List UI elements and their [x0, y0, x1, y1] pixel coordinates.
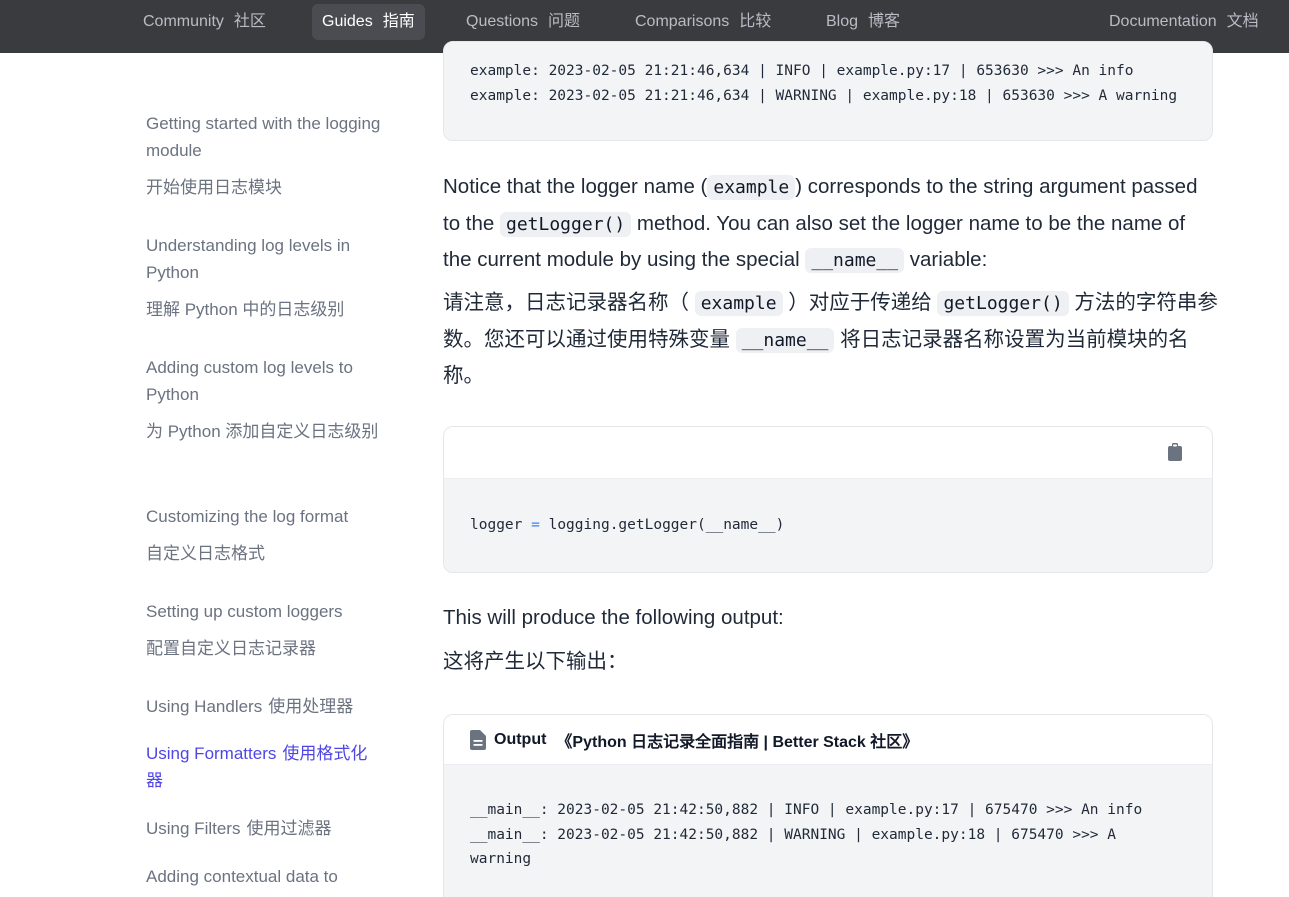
- nav-label: Comparisons: [635, 13, 730, 30]
- nav-blog[interactable]: Blog 博客: [816, 4, 910, 40]
- toc-label: Understanding log levels in Python: [146, 236, 351, 282]
- inline-code: __name__: [805, 248, 905, 273]
- toc-label: Using Filters: [146, 819, 241, 838]
- toc-item-custom-levels[interactable]: Adding custom log levels to Python 为 Pyt…: [146, 354, 381, 445]
- code-block-header: [444, 427, 1212, 479]
- output-label: Output: [494, 730, 547, 748]
- nav-community[interactable]: Community 社区: [133, 4, 276, 40]
- toc-label-zh: 配置自定义日志记录器: [146, 639, 316, 658]
- code-content: logger = logging.getLogger(__name__): [444, 479, 1212, 538]
- code-token: logger: [470, 517, 523, 533]
- nav-label-zh: 博客: [868, 13, 901, 30]
- toc-label: Getting started with the logging module: [146, 114, 381, 160]
- nav-label: Community: [143, 13, 224, 30]
- toc-label-zh: 理解 Python 中的日志级别: [146, 300, 345, 319]
- output-line: warning: [470, 851, 532, 867]
- paragraph-output-intro: This will produce the following output:: [443, 606, 784, 629]
- toc-label: Using Formatters: [146, 744, 277, 763]
- nav-label: Documentation: [1109, 13, 1217, 30]
- nav-label: Guides: [322, 13, 373, 30]
- inline-code: example: [707, 175, 796, 200]
- code-token: logging.getLogger(__name__): [548, 517, 785, 533]
- toc-label-zh: 使用处理器: [268, 697, 354, 716]
- inline-code: example: [694, 291, 783, 316]
- paragraph-output-intro-zh: 这将产生以下输出：: [443, 650, 628, 673]
- code-operator: =: [531, 517, 540, 533]
- inline-code: __name__: [735, 327, 835, 353]
- toc-item-handlers[interactable]: Using Handlers 使用处理器: [146, 693, 381, 720]
- nav-label: Blog: [826, 13, 859, 30]
- nav-guides[interactable]: Guides 指南: [312, 4, 425, 40]
- nav-label-zh: 指南: [382, 13, 415, 30]
- nav-comparisons[interactable]: Comparisons 比较: [625, 4, 781, 40]
- toc-item-log-format[interactable]: Customizing the log format 自定义日志格式: [146, 503, 381, 567]
- output-code: example: 2023-02-05 21:21:46,634 | INFO …: [444, 42, 1212, 109]
- toc-label: Customizing the log format: [146, 507, 349, 526]
- text-span: ）对应于传递给: [782, 291, 938, 314]
- output-title: 《Python 日志记录全面指南 | Better Stack 社区》: [556, 733, 919, 751]
- toc-label: Using Handlers: [146, 697, 263, 716]
- inline-code: getLogger(): [500, 211, 632, 237]
- toc-label-zh: 为 Python 添加自定义日志级别: [146, 422, 379, 441]
- output-block-top: example: 2023-02-05 21:21:46,634 | INFO …: [443, 41, 1213, 141]
- toc-label: Setting up custom loggers: [146, 602, 343, 621]
- output-code: __main__: 2023-02-05 21:42:50,882 | INFO…: [444, 765, 1212, 872]
- output-line: example: 2023-02-05 21:21:46,634 | WARNI…: [470, 88, 1178, 104]
- nav-questions[interactable]: Questions 问题: [456, 4, 590, 40]
- paragraph-zh: 请注意，日志记录器名称（ example ）对应于传递给 getLogger()…: [443, 285, 1218, 394]
- output-line: __main__: 2023-02-05 21:42:50,882 | INFO…: [470, 802, 1143, 818]
- toc-item-log-levels[interactable]: Understanding log levels in Python 理解 Py…: [146, 232, 381, 323]
- toc-label: Adding contextual data to: [146, 867, 338, 886]
- toc-item-filters[interactable]: Using Filters 使用过滤器: [146, 815, 381, 842]
- toc-item-formatters[interactable]: Using Formatters 使用格式化器: [146, 740, 381, 794]
- output-header: Output 《Python 日志记录全面指南 | Better Stack 社…: [444, 715, 1212, 765]
- toc-label-zh: 自定义日志格式: [146, 544, 265, 563]
- nav-label-zh: 问题: [548, 13, 581, 30]
- nav-label-zh: 文档: [1226, 13, 1259, 30]
- nav-label-zh: 比较: [739, 13, 772, 30]
- document-icon: [470, 729, 486, 750]
- toc-label-zh: 开始使用日志模块: [146, 178, 282, 197]
- text-span: 请注意，日志记录器名称（: [443, 291, 695, 314]
- code-block: logger = logging.getLogger(__name__): [443, 426, 1213, 573]
- paragraph-en: Notice that the logger name (example) co…: [443, 169, 1218, 279]
- output-line: __main__: 2023-02-05 21:42:50,882 | WARN…: [470, 826, 1117, 843]
- text-span: variable:: [904, 248, 988, 271]
- nav-label-zh: 社区: [233, 13, 266, 30]
- output-line: example: 2023-02-05 21:21:46,634 | INFO …: [470, 63, 1134, 79]
- text-span: Notice that the logger name (: [443, 175, 708, 198]
- toc-label: Adding custom log levels to Python: [146, 358, 353, 404]
- output-block: Output 《Python 日志记录全面指南 | Better Stack 社…: [443, 714, 1213, 897]
- toc-label-zh: 使用过滤器: [246, 819, 332, 838]
- toc-item-contextual-data[interactable]: Adding contextual data to: [146, 863, 381, 890]
- nav-documentation[interactable]: Documentation 文档: [1099, 4, 1269, 40]
- nav-label: Questions: [466, 13, 539, 30]
- toc-item-custom-loggers[interactable]: Setting up custom loggers 配置自定义日志记录器: [146, 598, 381, 662]
- toc-item-getting-started[interactable]: Getting started with the logging module …: [146, 110, 381, 201]
- inline-code: getLogger(): [937, 291, 1069, 316]
- clipboard-icon[interactable]: [1168, 443, 1182, 461]
